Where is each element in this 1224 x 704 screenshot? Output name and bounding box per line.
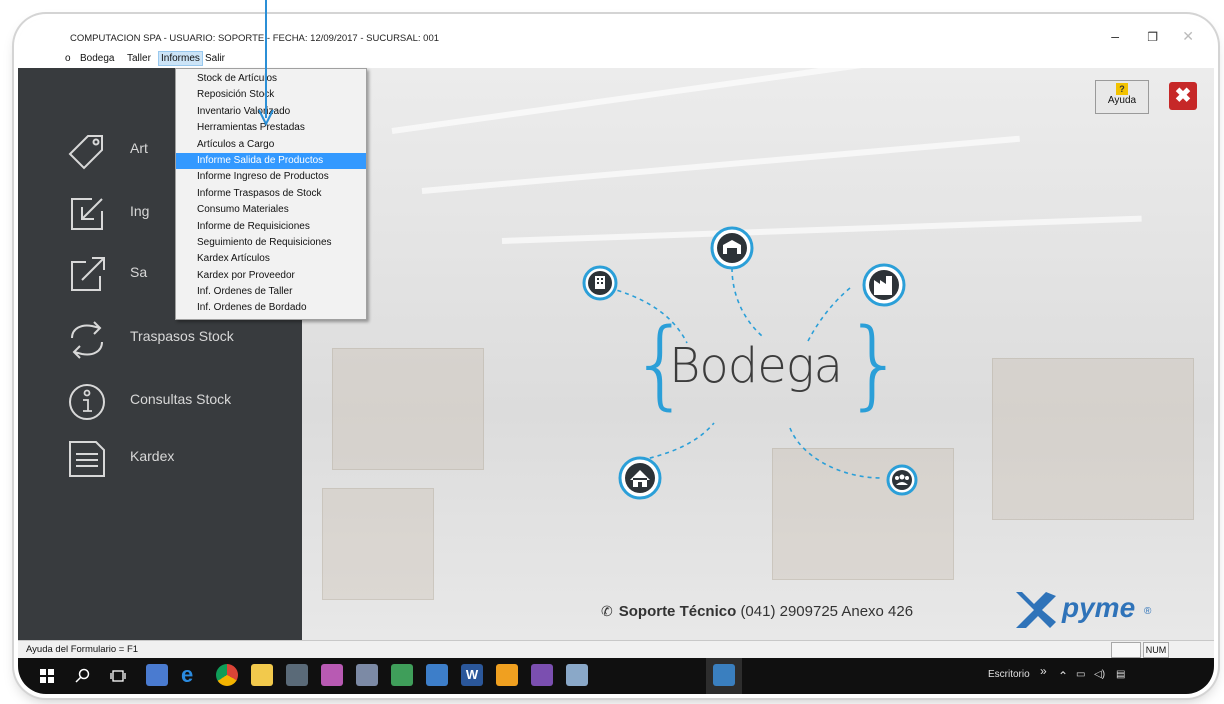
window-titlebar: COMPUTACION SPA - USUARIO: SOPORTE - FEC… <box>18 18 1214 51</box>
menu-option[interactable]: Consumo Materiales <box>176 202 366 218</box>
app-icon[interactable] <box>531 664 553 686</box>
menu-option[interactable]: Kardex Artículos <box>176 251 366 267</box>
menu-option[interactable]: Inf. Ordenes de Bordado <box>176 300 366 316</box>
menu-option[interactable]: Inventario Valorizado <box>176 104 366 120</box>
menu-item-partial[interactable]: o <box>62 53 74 64</box>
sidebar-item-label: Sa <box>130 264 148 280</box>
menu-option[interactable]: Inf. Ordenes de Taller <box>176 284 366 300</box>
pyme-logo: pyme ® <box>1012 588 1192 632</box>
building-icon <box>582 265 618 301</box>
toolbar-chevron-icon[interactable]: » <box>1040 664 1047 678</box>
menu-option[interactable]: Informe Traspasos de Stock <box>176 186 366 202</box>
menu-option[interactable]: Artículos a Cargo <box>176 137 366 153</box>
document-icon <box>69 441 105 477</box>
menu-option-selected[interactable]: Informe Salida de Productos <box>176 152 366 170</box>
hub-title: Bodega <box>669 338 843 394</box>
phone-icon: ✆ <box>601 603 613 619</box>
tray-expand-icon[interactable]: ⌃ <box>1058 669 1068 683</box>
minimize-button[interactable]: – <box>1111 28 1119 44</box>
search-icon[interactable] <box>75 668 91 684</box>
app-icon[interactable] <box>496 664 518 686</box>
sidebar-item-label: Art <box>130 140 148 156</box>
network-app-icon[interactable] <box>146 664 168 686</box>
file-explorer-icon[interactable] <box>251 664 273 686</box>
word-icon[interactable]: W <box>461 664 483 686</box>
menu-bar: o Bodega Taller Informes Salir <box>18 51 1214 68</box>
num-lock-indicator: NUM <box>1143 642 1169 658</box>
app-icon[interactable] <box>566 664 588 686</box>
sidebar-item-label: Kardex <box>130 448 175 464</box>
sidebar-item-traspasos[interactable]: Traspasos Stock <box>62 314 292 364</box>
task-view-icon[interactable] <box>110 669 126 683</box>
pyme-logo-mark <box>1016 592 1056 628</box>
warehouse-icon <box>710 226 754 270</box>
users-icon <box>886 464 918 496</box>
notification-icon[interactable]: ▤ <box>1116 669 1125 680</box>
close-button[interactable]: ✕ <box>1182 28 1194 45</box>
factory-icon <box>862 263 906 307</box>
logo-registered: ® <box>1144 606 1152 617</box>
status-cell <box>1111 642 1141 658</box>
edge-browser-icon[interactable]: e <box>181 664 203 686</box>
right-brace: } <box>844 308 906 420</box>
desktop-toolbar-label[interactable]: Escritorio <box>988 669 1030 680</box>
sidebar-item-kardex[interactable]: Kardex <box>62 434 292 484</box>
menu-option[interactable]: Herramientas Prestadas <box>176 120 366 136</box>
status-bar: Ayuda del Formulario = F1 NUM <box>18 640 1214 659</box>
support-label: Soporte Técnico <box>618 603 737 620</box>
chrome-browser-icon[interactable] <box>216 664 238 686</box>
agent-app-icon[interactable] <box>286 664 308 686</box>
export-icon <box>71 257 105 291</box>
menu-item-taller[interactable]: Taller <box>124 53 154 64</box>
menu-item-salir[interactable]: Salir <box>202 53 228 64</box>
image-app-icon[interactable] <box>391 664 413 686</box>
menu-item-informes[interactable]: Informes <box>158 51 203 66</box>
menu-option[interactable]: Seguimiento de Requisiciones <box>176 235 366 251</box>
import-icon <box>71 198 103 230</box>
main-content: ? Ayuda ✖ {Bodega} ✆ Soporte Técnico (… <box>302 68 1214 640</box>
menu-option[interactable]: Kardex por Proveedor <box>176 268 366 284</box>
maximize-button[interactable]: ❐ <box>1147 30 1158 44</box>
menu-option[interactable]: Informe Ingreso de Productos <box>176 169 366 185</box>
menu-option[interactable]: Stock de Artículos <box>176 71 366 87</box>
network-icon[interactable]: ▭ <box>1076 669 1085 680</box>
sidebar-item-label: Traspasos Stock <box>130 328 234 344</box>
menu-option[interactable]: Reposición Stock <box>176 87 366 103</box>
home-icon <box>618 456 662 500</box>
pyme-app-icon[interactable] <box>713 664 735 686</box>
info-icon <box>69 384 105 420</box>
sidebar-item-consultas[interactable]: Consultas Stock <box>62 377 292 427</box>
tag-icon <box>68 135 103 170</box>
menu-option[interactable]: Informe de Requisiciones <box>176 219 366 235</box>
volume-icon[interactable]: ◁) <box>1094 669 1105 680</box>
menu-item-bodega[interactable]: Bodega <box>77 53 117 64</box>
windows-start-icon[interactable] <box>40 669 54 683</box>
app-icon[interactable] <box>356 664 378 686</box>
taskbar: e W Escritorio » ⌃ ▭ ◁) ▤ <box>18 658 1214 694</box>
support-info: ✆ Soporte Técnico (041) 2909725 Anexo 426 <box>601 603 913 620</box>
informes-dropdown: Stock de Artículos Reposición Stock Inve… <box>175 68 367 320</box>
support-phone: (041) 2909725 Anexo 426 <box>740 603 914 620</box>
sidebar-item-label: Ing <box>130 203 150 219</box>
app-icon[interactable] <box>426 664 448 686</box>
status-text: Ayuda del Formulario = F1 <box>26 644 139 655</box>
sidebar-item-label: Consultas Stock <box>130 391 232 407</box>
window-title: COMPUTACION SPA - USUARIO: SOPORTE - FEC… <box>70 33 440 44</box>
logo-text: pyme <box>1062 592 1136 623</box>
transfer-icon <box>71 321 103 359</box>
screenshot-frame: COMPUTACION SPA - USUARIO: SOPORTE - FEC… <box>18 18 1214 694</box>
app-icon[interactable] <box>321 664 343 686</box>
